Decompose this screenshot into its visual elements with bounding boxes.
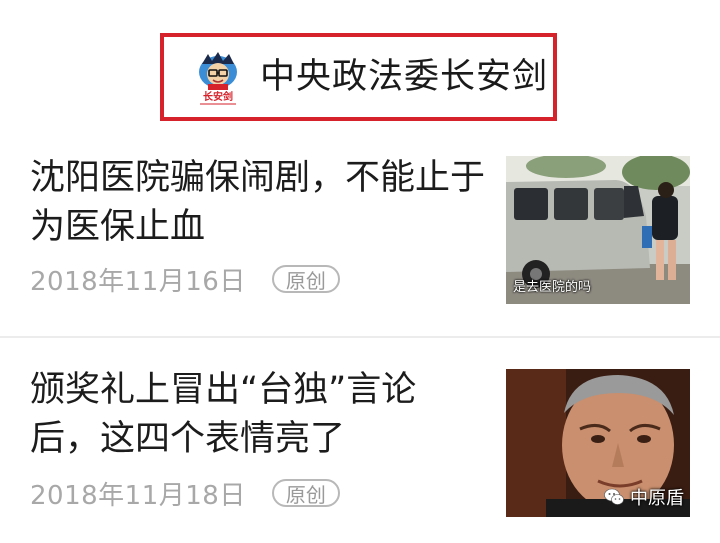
watermark-text: 中原盾 [630, 488, 684, 509]
article-item[interactable]: 颁奖礼上冒出“台独”言论后，这四个表情亮了 2018年11月18日 原创 中原盾 [0, 338, 720, 543]
wechat-icon [604, 488, 624, 505]
article-date: 2018年11月16日 [30, 266, 246, 297]
article-date: 2018年11月18日 [30, 480, 246, 511]
article-meta: 2018年11月16日 原创 [30, 262, 340, 297]
original-badge: 原创 [271, 265, 340, 293]
article-item[interactable]: 沈阳医院骗保闹剧，不能止于为医保止血 2018年11月16日 原创 是去医院的吗 [0, 128, 720, 336]
account-name[interactable]: 中央政法委长安剑 [260, 55, 548, 99]
account-header: 长安剑 中央政法委长安剑 [0, 0, 720, 128]
article-thumbnail[interactable]: 中原盾 [506, 369, 690, 517]
account-card[interactable]: 长安剑 中央政法委长安剑 [160, 33, 557, 121]
article-thumbnail[interactable]: 是去医院的吗 [506, 156, 690, 304]
article-title[interactable]: 颁奖礼上冒出“台独”言论后，这四个表情亮了 [30, 366, 485, 464]
original-badge: 原创 [271, 479, 340, 507]
changanjian-avatar-icon: 长安剑 [194, 50, 242, 106]
thumbnail-caption: 是去医院的吗 [513, 280, 592, 295]
article-title[interactable]: 沈阳医院骗保闹剧，不能止于为医保止血 [30, 154, 485, 252]
source-watermark: 中原盾 [604, 484, 684, 510]
article-meta: 2018年11月18日 原创 [30, 476, 340, 511]
avatar-logo-text: 长安剑 [203, 90, 233, 103]
